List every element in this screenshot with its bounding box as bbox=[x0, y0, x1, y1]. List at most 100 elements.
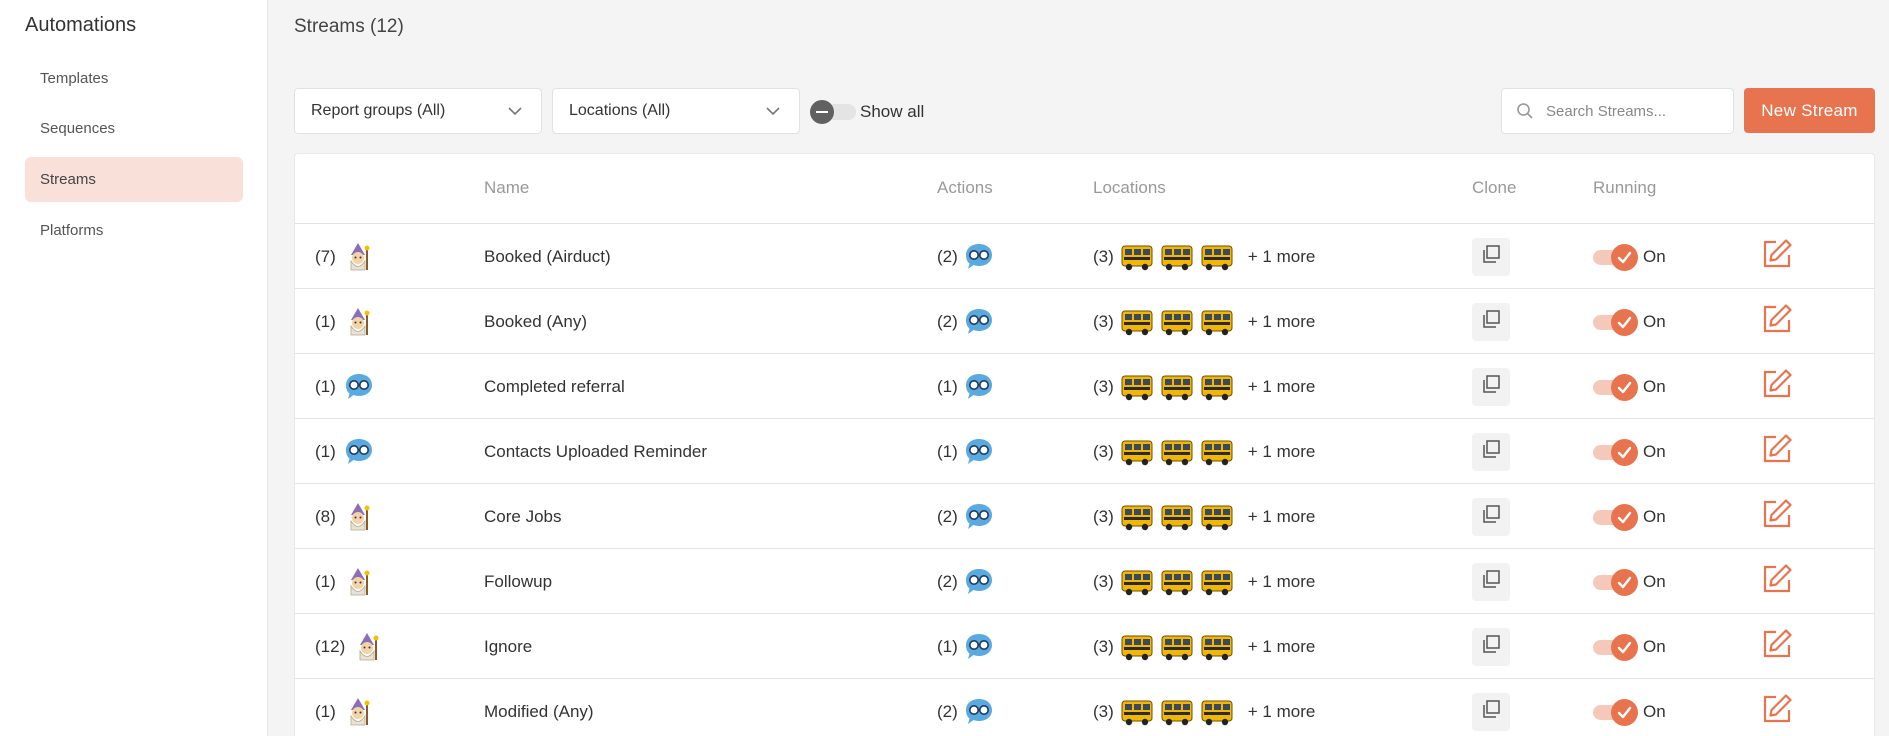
edit-icon[interactable] bbox=[1761, 498, 1793, 535]
edit-icon[interactable] bbox=[1761, 563, 1793, 600]
locations-cell: (3) + 1 more bbox=[1093, 354, 1315, 419]
running-toggle[interactable] bbox=[1593, 373, 1638, 401]
actions-count: (2) bbox=[937, 246, 958, 266]
clone-button[interactable] bbox=[1472, 692, 1510, 731]
school-bus-icon bbox=[1200, 242, 1234, 272]
school-bus-icon bbox=[1120, 502, 1154, 532]
more-locations-link[interactable]: + 1 more bbox=[1248, 247, 1316, 267]
chat-bubble-icon bbox=[344, 372, 372, 402]
count-cell: (1) bbox=[315, 419, 372, 484]
sidebar-item-streams[interactable]: Streams bbox=[25, 157, 243, 202]
running-toggle[interactable] bbox=[1593, 308, 1638, 336]
sidebar-item-sequences[interactable]: Sequences bbox=[25, 106, 243, 151]
running-toggle[interactable] bbox=[1593, 438, 1638, 466]
clone-cell bbox=[1472, 484, 1510, 549]
count-cell: (1) bbox=[315, 679, 372, 736]
clone-button[interactable] bbox=[1472, 302, 1510, 341]
toggle-knob bbox=[1611, 438, 1638, 466]
copy-icon bbox=[1481, 504, 1501, 529]
chat-bubble-icon bbox=[964, 567, 994, 597]
edit-icon[interactable] bbox=[1761, 238, 1793, 275]
running-status: On bbox=[1643, 701, 1666, 721]
actions-cell: (1) bbox=[937, 354, 994, 419]
sidebar-item-templates[interactable]: Templates bbox=[25, 56, 243, 101]
more-locations-link[interactable]: + 1 more bbox=[1248, 637, 1316, 657]
school-bus-icon bbox=[1200, 502, 1234, 532]
show-all-toggle[interactable] bbox=[810, 100, 858, 124]
column-header-name[interactable]: Name bbox=[484, 178, 529, 198]
locations-select[interactable]: Locations (All) bbox=[552, 88, 800, 134]
locations-count: (3) bbox=[1093, 376, 1114, 396]
chat-bubble-icon bbox=[964, 372, 994, 402]
edit-icon[interactable] bbox=[1761, 693, 1793, 730]
edit-cell bbox=[1761, 614, 1793, 679]
table-row[interactable]: (1) Modified (Any) (2) (3) + 1 more On bbox=[295, 679, 1874, 736]
running-toggle[interactable] bbox=[1593, 633, 1638, 661]
edit-icon[interactable] bbox=[1761, 628, 1793, 665]
running-cell: On bbox=[1593, 419, 1666, 484]
locations-cell: (3) + 1 more bbox=[1093, 289, 1315, 354]
school-bus-icon bbox=[1160, 437, 1194, 467]
edit-cell bbox=[1761, 289, 1793, 354]
table-row[interactable]: (1) Followup (2) (3) + 1 more On bbox=[295, 549, 1874, 614]
new-stream-button[interactable]: New Stream bbox=[1744, 88, 1875, 133]
running-cell: On bbox=[1593, 614, 1666, 679]
table-row[interactable]: (1) Contacts Uploaded Reminder (1) (3) +… bbox=[295, 419, 1874, 484]
search-box[interactable] bbox=[1501, 88, 1734, 134]
chat-bubble-icon bbox=[964, 502, 994, 532]
clone-cell bbox=[1472, 289, 1510, 354]
clone-button[interactable] bbox=[1472, 237, 1510, 276]
sidebar-item-platforms[interactable]: Platforms bbox=[25, 208, 243, 253]
school-bus-icon bbox=[1120, 307, 1154, 337]
name-cell: Completed referral bbox=[484, 354, 625, 419]
stream-count: (1) bbox=[315, 441, 336, 461]
column-header-actions[interactable]: Actions bbox=[937, 178, 993, 198]
locations-cell: (3) + 1 more bbox=[1093, 679, 1315, 736]
running-status: On bbox=[1643, 571, 1666, 591]
edit-icon[interactable] bbox=[1761, 303, 1793, 340]
clone-cell bbox=[1472, 549, 1510, 614]
name-cell: Booked (Airduct) bbox=[484, 224, 611, 289]
clone-button[interactable] bbox=[1472, 432, 1510, 471]
more-locations-link[interactable]: + 1 more bbox=[1248, 507, 1316, 527]
running-toggle[interactable] bbox=[1593, 698, 1638, 726]
stream-count: (1) bbox=[315, 311, 336, 331]
locations-count: (3) bbox=[1093, 571, 1114, 591]
more-locations-link[interactable]: + 1 more bbox=[1248, 377, 1316, 397]
running-toggle[interactable] bbox=[1593, 503, 1638, 531]
running-toggle[interactable] bbox=[1593, 243, 1638, 271]
stream-name: Contacts Uploaded Reminder bbox=[484, 441, 708, 461]
school-bus-icon bbox=[1160, 307, 1194, 337]
table-row[interactable]: (8) Core Jobs (2) (3) + 1 more On bbox=[295, 484, 1874, 549]
more-locations-link[interactable]: + 1 more bbox=[1248, 702, 1316, 722]
edit-icon[interactable] bbox=[1761, 368, 1793, 405]
toggle-knob bbox=[810, 100, 834, 124]
table-row[interactable]: (7) Booked (Airduct) (2) (3) + 1 more On bbox=[295, 224, 1874, 289]
clone-button[interactable] bbox=[1472, 497, 1510, 536]
column-header-running[interactable]: Running bbox=[1593, 178, 1656, 198]
actions-count: (2) bbox=[937, 311, 958, 331]
running-toggle[interactable] bbox=[1593, 568, 1638, 596]
locations-cell: (3) + 1 more bbox=[1093, 419, 1315, 484]
clone-button[interactable] bbox=[1472, 367, 1510, 406]
school-bus-icon bbox=[1160, 242, 1194, 272]
column-header-locations[interactable]: Locations bbox=[1093, 178, 1166, 198]
locations-cell: (3) + 1 more bbox=[1093, 549, 1315, 614]
report-groups-select[interactable]: Report groups (All) bbox=[294, 88, 542, 134]
running-status: On bbox=[1643, 506, 1666, 526]
edit-icon[interactable] bbox=[1761, 433, 1793, 470]
clone-button[interactable] bbox=[1472, 627, 1510, 666]
column-header-clone[interactable]: Clone bbox=[1472, 178, 1516, 198]
table-row[interactable]: (1) Booked (Any) (2) (3) + 1 more On bbox=[295, 289, 1874, 354]
actions-cell: (2) bbox=[937, 224, 994, 289]
more-locations-link[interactable]: + 1 more bbox=[1248, 442, 1316, 462]
table-row[interactable]: (1) Completed referral (1) (3) + 1 more bbox=[295, 354, 1874, 419]
chevron-down-icon bbox=[766, 107, 780, 116]
running-status: On bbox=[1643, 636, 1666, 656]
table-row[interactable]: (12) Ignore (1) (3) + 1 more On bbox=[295, 614, 1874, 679]
more-locations-link[interactable]: + 1 more bbox=[1248, 312, 1316, 332]
chat-bubble-icon bbox=[964, 697, 994, 727]
more-locations-link[interactable]: + 1 more bbox=[1248, 572, 1316, 592]
clone-button[interactable] bbox=[1472, 562, 1510, 601]
search-input[interactable] bbox=[1546, 99, 1726, 123]
